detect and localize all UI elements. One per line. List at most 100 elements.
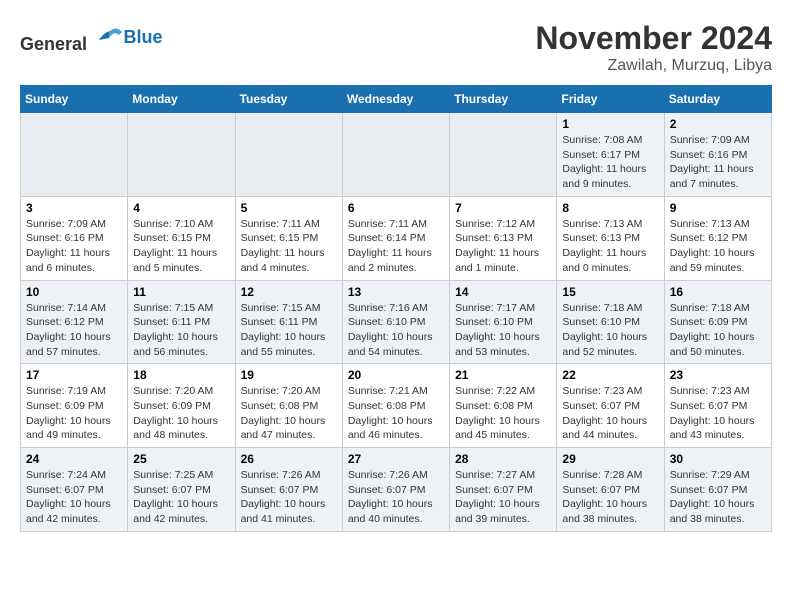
calendar-day-cell: 6Sunrise: 7:11 AMSunset: 6:14 PMDaylight… bbox=[342, 196, 449, 280]
day-number: 22 bbox=[562, 368, 658, 382]
weekday-header: Monday bbox=[128, 86, 235, 113]
day-number: 1 bbox=[562, 117, 658, 131]
calendar-day-cell: 7 Sunrise: 7:12 AMSunset: 6:13 PMDaylight… bbox=[450, 196, 557, 280]
calendar-day-cell bbox=[235, 113, 342, 197]
day-info: Sunrise: 7:23 AMSunset: 6:07 PMDaylight:… bbox=[670, 384, 766, 443]
day-info: Sunrise: 7:11 AMSunset: 6:14 PMDaylight:… bbox=[348, 217, 444, 276]
calendar-day-cell: 9 Sunrise: 7:13 AMSunset: 6:12 PMDaylight… bbox=[664, 196, 771, 280]
day-info: Sunrise: 7:13 AMSunset: 6:13 PMDaylight:… bbox=[562, 217, 658, 276]
calendar-day-cell: 19 Sunrise: 7:20 AMSunset: 6:08 PMDayligh… bbox=[235, 364, 342, 448]
day-info: Sunrise: 7:09 AMSunset: 6:16 PMDaylight:… bbox=[670, 133, 766, 192]
day-number: 19 bbox=[241, 368, 337, 382]
logo-blue: Blue bbox=[124, 27, 163, 47]
calendar-day-cell bbox=[342, 113, 449, 197]
calendar-day-cell: 16 Sunrise: 7:18 AMSunset: 6:09 PMDayligh… bbox=[664, 280, 771, 364]
day-info: Sunrise: 7:16 AMSunset: 6:10 PMDaylight:… bbox=[348, 301, 444, 360]
day-info: Sunrise: 7:19 AMSunset: 6:09 PMDaylight:… bbox=[26, 384, 122, 443]
day-info: Sunrise: 7:13 AMSunset: 6:12 PMDaylight:… bbox=[670, 217, 766, 276]
day-info: Sunrise: 7:26 AMSunset: 6:07 PMDaylight:… bbox=[241, 468, 337, 527]
weekday-header: Wednesday bbox=[342, 86, 449, 113]
weekday-header: Friday bbox=[557, 86, 664, 113]
day-number: 9 bbox=[670, 201, 766, 215]
day-number: 26 bbox=[241, 452, 337, 466]
calendar-week-row: 17 Sunrise: 7:19 AMSunset: 6:09 PMDayligh… bbox=[21, 364, 772, 448]
day-number: 28 bbox=[455, 452, 551, 466]
day-number: 23 bbox=[670, 368, 766, 382]
day-number: 30 bbox=[670, 452, 766, 466]
calendar-day-cell: 4Sunrise: 7:10 AMSunset: 6:15 PMDaylight… bbox=[128, 196, 235, 280]
calendar-day-cell: 22Sunrise: 7:23 AMSunset: 6:07 PMDayligh… bbox=[557, 364, 664, 448]
calendar-week-row: 1Sunrise: 7:08 AMSunset: 6:17 PMDaylight… bbox=[21, 113, 772, 197]
weekday-header: Thursday bbox=[450, 86, 557, 113]
day-number: 15 bbox=[562, 285, 658, 299]
logo-general: General bbox=[20, 34, 87, 54]
calendar-day-cell: 28 Sunrise: 7:27 AMSunset: 6:07 PMDayligh… bbox=[450, 448, 557, 532]
location-title: Zawilah, Murzuq, Libya bbox=[535, 57, 772, 75]
day-number: 7 bbox=[455, 201, 551, 215]
logo-icon bbox=[94, 20, 124, 50]
day-number: 2 bbox=[670, 117, 766, 131]
weekday-header: Tuesday bbox=[235, 86, 342, 113]
weekday-header: Saturday bbox=[664, 86, 771, 113]
calendar-day-cell bbox=[128, 113, 235, 197]
day-number: 17 bbox=[26, 368, 122, 382]
day-info: Sunrise: 7:15 AMSunset: 6:11 PMDaylight:… bbox=[133, 301, 229, 360]
calendar-day-cell: 10 Sunrise: 7:14 AMSunset: 6:12 PMDayligh… bbox=[21, 280, 128, 364]
day-info: Sunrise: 7:29 AMSunset: 6:07 PMDaylight:… bbox=[670, 468, 766, 527]
calendar-day-cell: 20 Sunrise: 7:21 AMSunset: 6:08 PMDayligh… bbox=[342, 364, 449, 448]
day-number: 10 bbox=[26, 285, 122, 299]
calendar-day-cell: 26 Sunrise: 7:26 AMSunset: 6:07 PMDayligh… bbox=[235, 448, 342, 532]
day-info: Sunrise: 7:22 AMSunset: 6:08 PMDaylight:… bbox=[455, 384, 551, 443]
calendar-day-cell: 25Sunrise: 7:25 AMSunset: 6:07 PMDayligh… bbox=[128, 448, 235, 532]
day-number: 29 bbox=[562, 452, 658, 466]
day-info: Sunrise: 7:10 AMSunset: 6:15 PMDaylight:… bbox=[133, 217, 229, 276]
day-info: Sunrise: 7:27 AMSunset: 6:07 PMDaylight:… bbox=[455, 468, 551, 527]
day-number: 12 bbox=[241, 285, 337, 299]
calendar-day-cell: 17 Sunrise: 7:19 AMSunset: 6:09 PMDayligh… bbox=[21, 364, 128, 448]
month-title: November 2024 bbox=[535, 20, 772, 57]
calendar-week-row: 24Sunrise: 7:24 AMSunset: 6:07 PMDayligh… bbox=[21, 448, 772, 532]
day-number: 3 bbox=[26, 201, 122, 215]
calendar-day-cell: 21Sunrise: 7:22 AMSunset: 6:08 PMDayligh… bbox=[450, 364, 557, 448]
day-info: Sunrise: 7:09 AMSunset: 6:16 PMDaylight:… bbox=[26, 217, 122, 276]
calendar-day-cell: 29 Sunrise: 7:28 AMSunset: 6:07 PMDayligh… bbox=[557, 448, 664, 532]
day-info: Sunrise: 7:12 AMSunset: 6:13 PMDaylight:… bbox=[455, 217, 551, 276]
calendar-day-cell: 8Sunrise: 7:13 AMSunset: 6:13 PMDaylight… bbox=[557, 196, 664, 280]
title-block: November 2024 Zawilah, Murzuq, Libya bbox=[535, 20, 772, 75]
day-info: Sunrise: 7:20 AMSunset: 6:08 PMDaylight:… bbox=[241, 384, 337, 443]
calendar-day-cell: 2 Sunrise: 7:09 AMSunset: 6:16 PMDaylight… bbox=[664, 113, 771, 197]
calendar-day-cell: 27 Sunrise: 7:26 AMSunset: 6:07 PMDayligh… bbox=[342, 448, 449, 532]
calendar-day-cell: 3 Sunrise: 7:09 AMSunset: 6:16 PMDaylight… bbox=[21, 196, 128, 280]
day-info: Sunrise: 7:26 AMSunset: 6:07 PMDaylight:… bbox=[348, 468, 444, 527]
calendar-header-row: SundayMondayTuesdayWednesdayThursdayFrid… bbox=[21, 86, 772, 113]
day-number: 24 bbox=[26, 452, 122, 466]
calendar-day-cell: 30 Sunrise: 7:29 AMSunset: 6:07 PMDayligh… bbox=[664, 448, 771, 532]
calendar-day-cell: 11 Sunrise: 7:15 AMSunset: 6:11 PMDayligh… bbox=[128, 280, 235, 364]
day-info: Sunrise: 7:20 AMSunset: 6:09 PMDaylight:… bbox=[133, 384, 229, 443]
day-info: Sunrise: 7:21 AMSunset: 6:08 PMDaylight:… bbox=[348, 384, 444, 443]
calendar-week-row: 3 Sunrise: 7:09 AMSunset: 6:16 PMDaylight… bbox=[21, 196, 772, 280]
day-number: 18 bbox=[133, 368, 229, 382]
calendar-day-cell: 23 Sunrise: 7:23 AMSunset: 6:07 PMDayligh… bbox=[664, 364, 771, 448]
day-info: Sunrise: 7:18 AMSunset: 6:09 PMDaylight:… bbox=[670, 301, 766, 360]
calendar-day-cell: 24Sunrise: 7:24 AMSunset: 6:07 PMDayligh… bbox=[21, 448, 128, 532]
day-info: Sunrise: 7:17 AMSunset: 6:10 PMDaylight:… bbox=[455, 301, 551, 360]
calendar-day-cell: 18 Sunrise: 7:20 AMSunset: 6:09 PMDayligh… bbox=[128, 364, 235, 448]
calendar-day-cell bbox=[21, 113, 128, 197]
calendar-day-cell: 13 Sunrise: 7:16 AMSunset: 6:10 PMDayligh… bbox=[342, 280, 449, 364]
page-header: General Blue November 2024 Zawilah, Murz… bbox=[20, 20, 772, 75]
day-number: 27 bbox=[348, 452, 444, 466]
day-info: Sunrise: 7:15 AMSunset: 6:11 PMDaylight:… bbox=[241, 301, 337, 360]
day-number: 16 bbox=[670, 285, 766, 299]
day-info: Sunrise: 7:18 AMSunset: 6:10 PMDaylight:… bbox=[562, 301, 658, 360]
day-number: 14 bbox=[455, 285, 551, 299]
day-number: 20 bbox=[348, 368, 444, 382]
calendar-day-cell: 5Sunrise: 7:11 AMSunset: 6:15 PMDaylight… bbox=[235, 196, 342, 280]
day-info: Sunrise: 7:28 AMSunset: 6:07 PMDaylight:… bbox=[562, 468, 658, 527]
day-number: 13 bbox=[348, 285, 444, 299]
day-info: Sunrise: 7:14 AMSunset: 6:12 PMDaylight:… bbox=[26, 301, 122, 360]
day-number: 5 bbox=[241, 201, 337, 215]
calendar-day-cell: 15 Sunrise: 7:18 AMSunset: 6:10 PMDayligh… bbox=[557, 280, 664, 364]
day-info: Sunrise: 7:25 AMSunset: 6:07 PMDaylight:… bbox=[133, 468, 229, 527]
day-number: 11 bbox=[133, 285, 229, 299]
